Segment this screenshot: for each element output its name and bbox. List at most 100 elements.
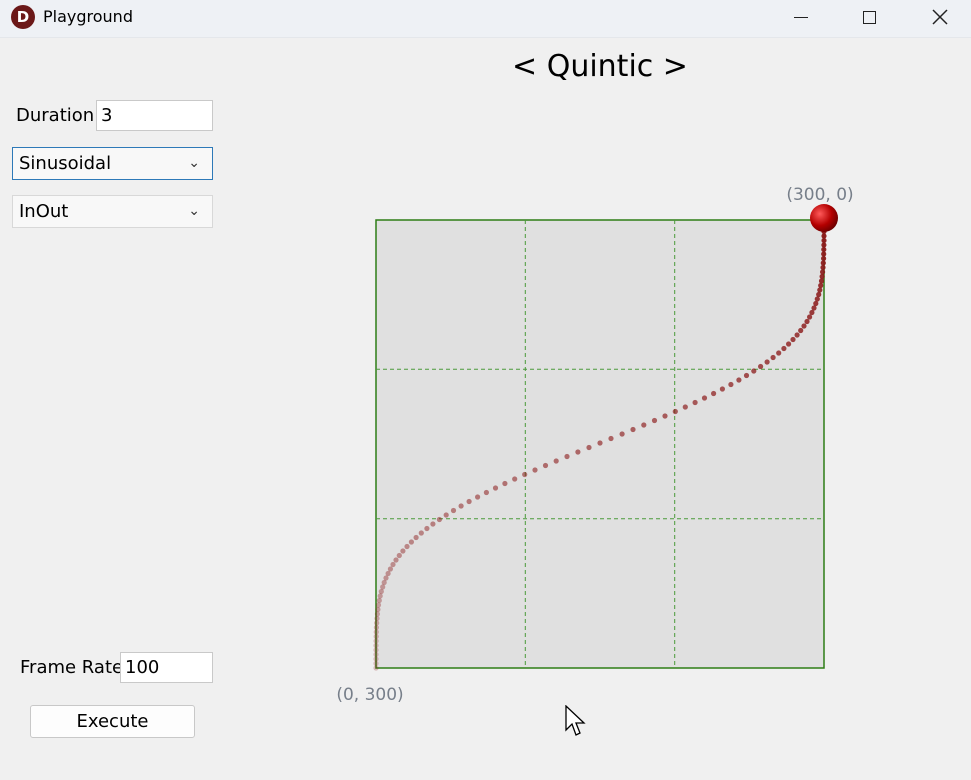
trail-point — [641, 422, 647, 428]
trail-point — [373, 642, 379, 649]
easing-mode-value: InOut — [19, 201, 69, 222]
trail-point — [821, 215, 827, 221]
trail-point — [396, 552, 402, 559]
trail-point — [820, 269, 826, 275]
trail-point — [814, 296, 820, 302]
easing-type-select[interactable]: Sinusoidal ⌄ — [12, 147, 213, 180]
trail-point — [373, 656, 379, 662]
trail-point — [492, 485, 499, 491]
close-icon — [932, 9, 948, 25]
trail-point — [736, 377, 742, 383]
trail-point — [821, 224, 827, 230]
trail-point — [373, 629, 379, 635]
trail-point — [821, 219, 827, 226]
trail-point — [408, 539, 414, 545]
trail-point — [821, 228, 827, 235]
ball — [810, 204, 838, 232]
trail-point — [776, 350, 782, 356]
trail-point — [682, 404, 688, 410]
chevron-down-icon: ⌄ — [188, 155, 200, 171]
minimize-button[interactable] — [778, 0, 824, 34]
trail-point — [751, 368, 757, 374]
trail-point — [385, 570, 391, 577]
trail-point — [786, 341, 792, 347]
mouse-cursor-icon — [565, 705, 586, 736]
trail-point — [597, 440, 603, 446]
trail-point — [393, 557, 399, 563]
maximize-icon — [862, 10, 876, 24]
grid-lines — [376, 220, 824, 668]
trail-point — [450, 507, 457, 514]
trail-point — [373, 624, 379, 631]
maximize-button[interactable] — [846, 0, 892, 34]
frame-rate-input[interactable] — [120, 652, 213, 683]
trail-point — [436, 516, 442, 523]
trail-point — [821, 233, 827, 239]
trail-point — [373, 633, 379, 640]
trail-point — [404, 543, 410, 550]
trail-point — [821, 237, 827, 244]
easing-type-value: Sinusoidal — [19, 153, 112, 174]
trail-point — [373, 651, 379, 658]
trail-point — [807, 314, 813, 320]
trail-point — [672, 408, 678, 415]
easing-mode-select[interactable]: InOut ⌄ — [12, 195, 213, 228]
trail-point — [376, 597, 382, 604]
trail-point — [512, 476, 518, 482]
trail-point — [380, 584, 386, 590]
trail-point — [443, 512, 449, 518]
trail-points — [373, 215, 827, 671]
trail-point — [418, 530, 424, 536]
trail-point — [794, 332, 800, 338]
trail-point — [816, 291, 822, 298]
trail-point — [522, 471, 528, 478]
chevron-down-icon: ⌄ — [188, 203, 200, 219]
trail-point — [719, 386, 726, 392]
trail-point — [798, 327, 804, 334]
trail-point — [692, 399, 698, 406]
trail-point — [811, 305, 817, 311]
trail-point — [821, 255, 827, 262]
trail-point — [373, 665, 379, 671]
trail-point — [375, 606, 381, 613]
trail-point — [819, 273, 825, 280]
trail-point — [711, 390, 717, 397]
trail-point — [790, 336, 796, 343]
trail-point — [532, 467, 538, 473]
trail-point — [801, 323, 807, 329]
trail-point — [458, 503, 464, 509]
trail-point — [377, 593, 383, 599]
trail-point — [817, 287, 823, 293]
trail-point — [553, 458, 559, 464]
trail-point — [413, 534, 419, 541]
trail-point — [809, 309, 815, 316]
title-bar: D Playground — [0, 0, 971, 38]
frame-rate-label: Frame Rate — [20, 657, 124, 678]
trail-point — [764, 359, 770, 365]
chart-title: < Quintic > — [512, 49, 688, 84]
trail-point — [813, 300, 819, 307]
trail-point — [374, 620, 380, 626]
trail-point — [781, 345, 787, 352]
trail-point — [608, 435, 614, 442]
trail-point — [381, 579, 387, 586]
trail-point — [383, 575, 389, 581]
trail-point — [758, 363, 764, 370]
duration-label: Duration — [16, 105, 95, 126]
trail-point — [375, 602, 382, 608]
trail-point — [466, 498, 472, 505]
trail-point — [575, 449, 581, 455]
execute-button[interactable]: Execute — [30, 705, 195, 738]
trail-point — [374, 615, 380, 622]
app-icon: D — [11, 5, 35, 29]
trail-point — [820, 264, 826, 271]
trail-point — [542, 462, 549, 469]
trail-point — [400, 548, 406, 554]
trail-point — [651, 417, 658, 424]
trail-point — [483, 489, 489, 496]
trail-point — [701, 395, 708, 401]
trail-point — [502, 480, 508, 487]
close-button[interactable] — [917, 0, 963, 34]
trail-point — [373, 638, 379, 644]
duration-input[interactable] — [96, 100, 213, 131]
